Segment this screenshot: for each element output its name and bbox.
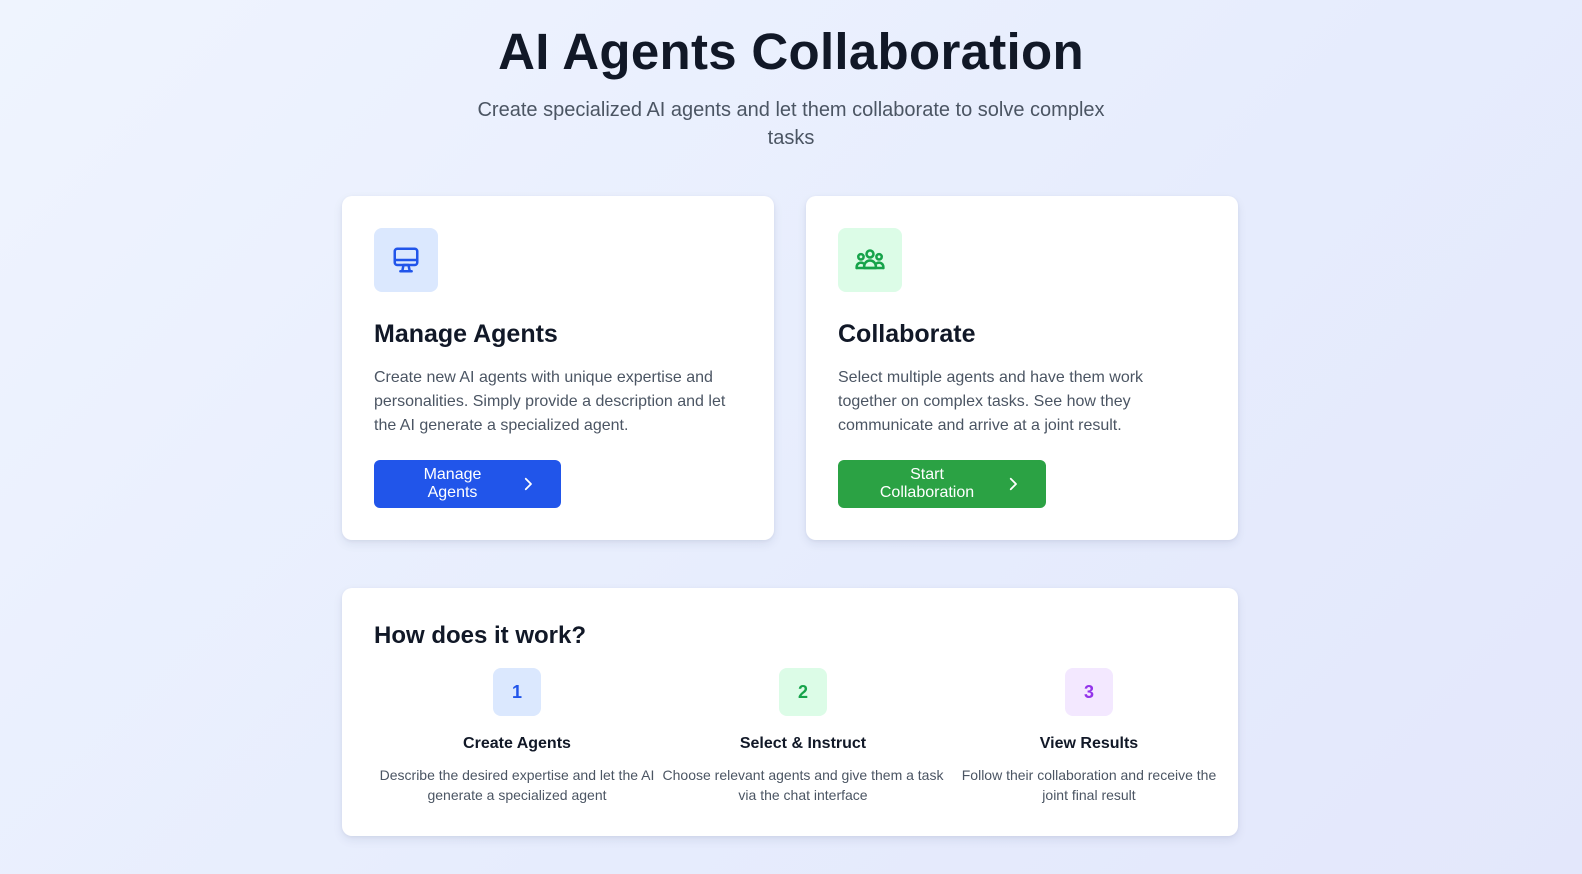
step-create-agents: 1 Create Agents Describe the desired exp… <box>374 668 660 805</box>
page-title: AI Agents Collaboration <box>498 23 1084 80</box>
manage-agents-button[interactable]: Manage Agents <box>374 460 561 508</box>
page-header: AI Agents Collaboration Create specializ… <box>0 22 1582 152</box>
step-title: Create Agents <box>463 735 571 752</box>
step-description: Choose relevant agents and give them a t… <box>662 767 944 803</box>
collaborate-description: Select multiple agents and have them wor… <box>838 369 1144 434</box>
manage-agents-description: Create new AI agents with unique experti… <box>374 369 726 434</box>
monitor-icon <box>374 228 438 292</box>
collaborate-title: Collaborate <box>838 320 976 348</box>
chevron-right-icon <box>1004 475 1022 493</box>
manage-agents-button-label: Manage Agents <box>423 466 482 501</box>
step-view-results: 3 View Results Follow their collaboratio… <box>946 668 1232 805</box>
step-title: View Results <box>1039 735 1139 752</box>
how-it-works-title: How does it work? <box>374 622 587 649</box>
step-description: Follow their collaboration and receive t… <box>961 767 1217 803</box>
step-title: Select & Instruct <box>739 735 867 752</box>
how-it-works-section: How does it work? 1 Create Agents Descri… <box>342 588 1238 836</box>
collaborate-card: Collaborate Select multiple agents and h… <box>806 196 1238 540</box>
users-group-icon <box>838 228 902 292</box>
start-collaboration-button-label: Start Collaboration <box>879 466 975 501</box>
chevron-right-icon <box>519 475 537 493</box>
start-collaboration-button[interactable]: Start Collaboration <box>838 460 1046 508</box>
manage-agents-title: Manage Agents <box>374 320 558 348</box>
step-number-badge: 3 <box>1065 668 1113 716</box>
manage-agents-card: Manage Agents Create new AI agents with … <box>342 196 774 540</box>
step-number-badge: 1 <box>493 668 541 716</box>
steps-list: 1 Create Agents Describe the desired exp… <box>374 668 1234 805</box>
page-subtitle: Create specialized AI agents and let the… <box>477 99 1105 149</box>
step-select-instruct: 2 Select & Instruct Choose relevant agen… <box>660 668 946 805</box>
step-description: Describe the desired expertise and let t… <box>379 767 655 803</box>
step-number-badge: 2 <box>779 668 827 716</box>
